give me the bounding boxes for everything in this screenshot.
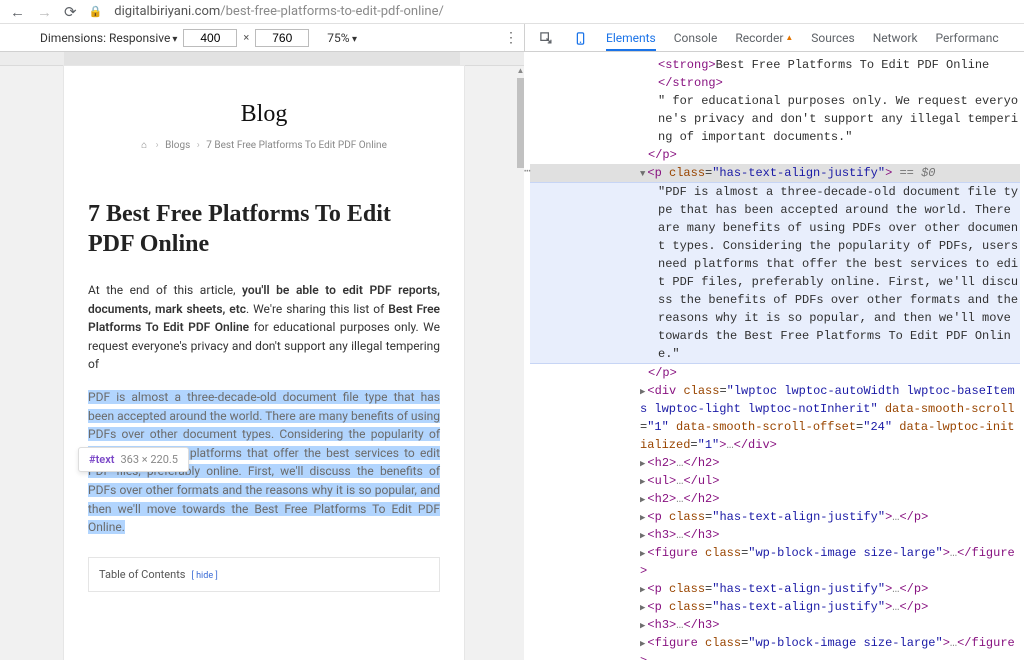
dom-node[interactable]: </p> (530, 146, 1020, 164)
dom-node[interactable]: <h3>…</h3> (530, 526, 1020, 544)
dom-node[interactable]: </strong> (530, 74, 1020, 92)
tab-console[interactable]: Console (674, 31, 718, 45)
inspect-tooltip: #text363 × 220.5 (78, 447, 189, 472)
tab-elements[interactable]: Elements (606, 31, 656, 51)
dom-node[interactable]: <p class="has-text-align-justify">…</p> (530, 580, 1020, 598)
dom-node-selected[interactable]: ⋯<p class="has-text-align-justify"> == $… (530, 164, 1020, 182)
elements-panel[interactable]: <strong>Best Free Platforms To Edit PDF … (524, 52, 1024, 660)
viewport-width-input[interactable] (183, 29, 237, 47)
dom-text[interactable]: " for educational purposes only. We requ… (530, 92, 1020, 146)
dom-node[interactable]: <figure class="wp-block-image size-large… (530, 634, 1020, 660)
device-viewport: Blog ⌂ › Blogs › 7 Best Free Platforms T… (0, 52, 524, 660)
dom-text[interactable]: "PDF is almost a three-decade-old docume… (530, 182, 1020, 364)
viewport-height-input[interactable] (255, 29, 309, 47)
dom-node[interactable]: <p class="has-text-align-justify">…</p> (530, 508, 1020, 526)
inspect-icon[interactable] (538, 30, 554, 46)
dimension-separator: × (243, 31, 249, 44)
dom-node[interactable]: <h3>…</h3> (530, 616, 1020, 634)
dom-node[interactable]: <figure class="wp-block-image size-large… (530, 544, 1020, 580)
tab-network[interactable]: Network (873, 31, 918, 45)
toc-hide-link[interactable]: [ hide ] (191, 571, 217, 581)
scrollbar[interactable]: ▲ (517, 66, 524, 660)
table-of-contents[interactable]: Table of Contents[ hide ] (88, 557, 440, 592)
responsive-dropdown[interactable]: Dimensions: Responsive (40, 31, 177, 45)
breadcrumb: ⌂ › Blogs › 7 Best Free Platforms To Edi… (88, 140, 440, 151)
dom-node[interactable]: <h2>…</h2> (530, 454, 1020, 472)
forward-button[interactable]: → (37, 3, 52, 21)
dom-node[interactable]: <p class="has-text-align-justify">…</p> (530, 598, 1020, 616)
home-icon[interactable]: ⌂ (141, 140, 147, 151)
dom-node[interactable]: <h2>…</h2> (530, 490, 1020, 508)
reload-button[interactable]: ⟳ (64, 3, 77, 21)
scrollbar-thumb[interactable] (517, 78, 524, 168)
kebab-menu-icon[interactable]: ⋮ (504, 30, 518, 46)
dom-node[interactable]: <div class="lwptoc lwptoc-autoWidth lwpt… (530, 382, 1020, 454)
address-bar[interactable]: digitalbiriyani.com/best-free-platforms-… (114, 4, 1014, 19)
page-heading: Blog (88, 101, 440, 128)
tab-recorder[interactable]: Recorder (735, 31, 793, 45)
tab-performance[interactable]: Performanc (936, 31, 999, 45)
dom-node[interactable]: <ul>…</ul> (530, 472, 1020, 490)
article-title: 7 Best Free Platforms To Edit PDF Online (88, 199, 440, 259)
zoom-dropdown[interactable]: 75% (327, 31, 357, 45)
crumb-blogs[interactable]: Blogs (165, 140, 190, 151)
rendered-page: Blog ⌂ › Blogs › 7 Best Free Platforms T… (64, 66, 464, 660)
lock-icon: 🔒 (89, 5, 103, 18)
panel-divider[interactable] (524, 24, 525, 51)
device-icon[interactable] (572, 30, 588, 46)
dom-node[interactable]: </p> (530, 364, 1020, 382)
back-button[interactable]: ← (10, 3, 25, 21)
crumb-current: 7 Best Free Platforms To Edit PDF Online (206, 140, 387, 151)
article-paragraph: At the end of this article, you'll be ab… (88, 281, 440, 374)
tab-sources[interactable]: Sources (811, 31, 854, 45)
dom-node[interactable]: <strong>Best Free Platforms To Edit PDF … (530, 56, 1020, 74)
